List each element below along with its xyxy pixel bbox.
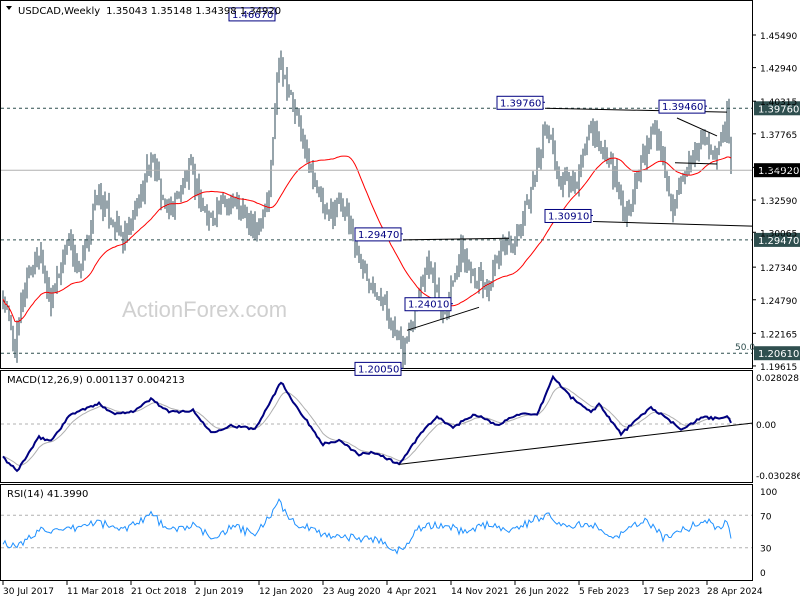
macd-title: MACD(12,26,9) 0.001137 0.004213: [7, 375, 185, 386]
main-panel[interactable]: [0, 0, 753, 369]
x-tick-label: 12 Jan 2020: [259, 587, 313, 597]
rsi-tick-label: 70: [760, 512, 772, 522]
price-annotation: 1.30910: [548, 211, 589, 222]
fib-label: 50.0: [735, 343, 755, 353]
y-tick-label: 1.40315: [760, 98, 797, 108]
macd-tick-label: 0.00: [756, 421, 776, 431]
y-tick-label: 1.22165: [760, 330, 797, 340]
macd-panel[interactable]: [0, 370, 753, 483]
y-tick-label: 1.42940: [760, 65, 797, 75]
price-annotation: 1.29470: [358, 230, 399, 241]
rsi-tick-label: 30: [760, 545, 772, 555]
x-tick-label: 4 Apr 2021: [387, 587, 437, 597]
chart-title: USDCAD,Weekly 1.35043 1.35148 1.34398 1.3…: [18, 6, 281, 17]
price-annotation: 1.20050: [358, 364, 399, 375]
macd-tick-label: 0.028028: [756, 374, 799, 384]
rsi-tick-label: 100: [760, 488, 777, 498]
y-tick-label: 1.19615: [760, 363, 797, 373]
macd-tick-label: -0.030286: [756, 472, 800, 482]
rsi-tick-label: 0: [760, 569, 766, 579]
y-tick-label: 1.24790: [760, 297, 797, 307]
y-tick-label: 1.32590: [760, 197, 797, 207]
x-tick-label: 14 Nov 2021: [451, 587, 509, 597]
price-tag-label: 1.20610: [758, 349, 799, 360]
watermark: ActionForex.com: [122, 297, 287, 322]
x-tick-label: 23 Aug 2020: [323, 587, 381, 597]
price-annotation: 1.24010: [408, 300, 449, 311]
x-tick-label: 28 Apr 2024: [707, 587, 763, 597]
x-tick-label: 21 Oct 2018: [131, 587, 187, 597]
x-tick-label: 2 Jun 2019: [195, 587, 244, 597]
y-tick-label: 1.30065: [760, 229, 797, 239]
rsi-title: RSI(14) 41.3990: [7, 489, 88, 500]
y-tick-label: 1.27340: [760, 264, 797, 274]
trading-chart[interactable]: ActionForex.com 50.01.466701.39760 1.3946…: [0, 0, 800, 600]
price-annotation: 1.39460: [662, 102, 703, 113]
x-tick-label: 5 Feb 2023: [579, 587, 629, 597]
x-tick-label: 11 Mar 2018: [67, 587, 124, 597]
y-tick-label: 1.45490: [760, 32, 797, 42]
y-tick-label: 1.35140: [760, 164, 797, 174]
x-tick-label: 26 Jun 2022: [515, 587, 569, 597]
x-tick-label: 17 Sep 2023: [643, 587, 700, 597]
y-tick-label: 1.37765: [760, 131, 797, 141]
x-tick-label: 30 Jul 2017: [3, 587, 54, 597]
price-annotation: 1.39760: [500, 98, 541, 109]
rsi-panel[interactable]: [0, 484, 753, 581]
